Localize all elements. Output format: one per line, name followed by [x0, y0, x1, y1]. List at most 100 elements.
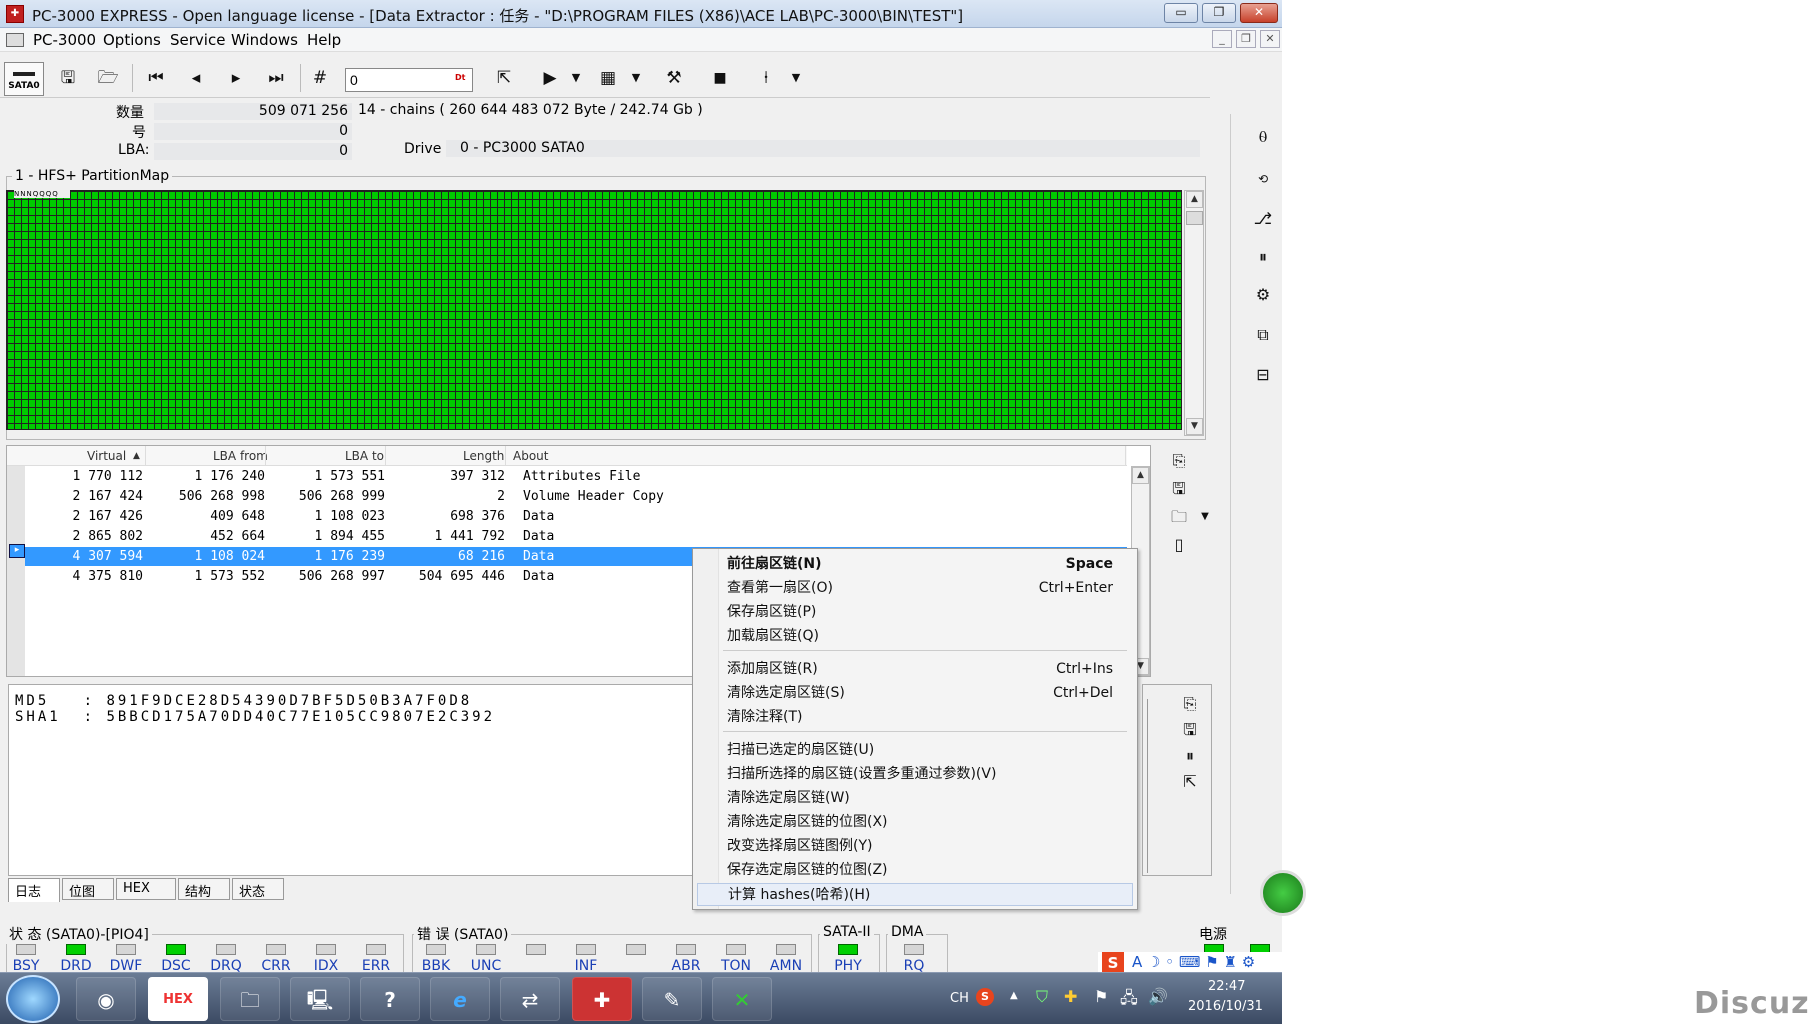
- shield-icon[interactable]: ⛉: [1036, 987, 1048, 1007]
- clock-date[interactable]: 2016/10/31: [1188, 999, 1263, 1014]
- context-menu-item[interactable]: 扫描已选定的扇区链(U): [697, 739, 1133, 762]
- flag-icon[interactable]: ⚑: [1094, 987, 1108, 1006]
- last-sector-icon[interactable]: ⏭: [262, 64, 290, 92]
- menu-options[interactable]: Options: [103, 31, 161, 49]
- sogou-ime-icon[interactable]: S: [1102, 952, 1124, 974]
- menu-windows[interactable]: Windows: [231, 31, 298, 49]
- tab-log[interactable]: 日志: [8, 878, 60, 902]
- context-menu-item[interactable]: 查看第一扇区(O) Ctrl+Enter: [697, 577, 1133, 600]
- hex-editor-icon[interactable]: HEX: [148, 977, 208, 1021]
- map-scrollbar[interactable]: ▲ ▼: [1184, 190, 1204, 436]
- context-menu-item[interactable]: 清除选定扇区链(W): [697, 787, 1133, 810]
- tray-expand-icon[interactable]: ▲: [1010, 990, 1018, 1001]
- context-menu-item[interactable]: 保存扇区链(P): [697, 601, 1133, 624]
- column-about[interactable]: About: [513, 449, 548, 463]
- table-row[interactable]: 2 865 802 452 664 1 894 455 1 441 792 Data: [25, 527, 1127, 546]
- head-map-icon[interactable]: ⚙: [1248, 280, 1278, 310]
- scroll-up-icon[interactable]: ▲: [1132, 467, 1149, 484]
- mdi-close-button[interactable]: ✕: [1260, 30, 1280, 48]
- document-icon[interactable]: [6, 33, 24, 47]
- minimize-button[interactable]: ▭: [1164, 3, 1198, 23]
- prev-sector-icon[interactable]: ◂: [182, 64, 210, 92]
- restore-button[interactable]: ❐: [1202, 3, 1236, 23]
- chevron-down-icon[interactable]: ▼: [622, 64, 650, 92]
- export-icon[interactable]: ⇱: [490, 64, 518, 92]
- context-menu-item[interactable]: 保存选定扇区链的位图(Z): [697, 859, 1133, 882]
- tab-status[interactable]: 状态: [232, 878, 284, 900]
- context-menu-item[interactable]: 清除选定扇区链(S) Ctrl+Del: [697, 682, 1133, 705]
- log-output[interactable]: MD5 : 891F9DCE28D54390D7BF5D50B3A7F0D8 S…: [8, 684, 720, 876]
- power-toggle-icon[interactable]: ⍬: [1248, 122, 1278, 152]
- help-icon[interactable]: ?: [360, 977, 420, 1021]
- mdi-minimize-button[interactable]: _: [1212, 30, 1232, 48]
- chevron-down-icon[interactable]: ▼: [782, 64, 810, 92]
- teamviewer-icon[interactable]: ⇄: [500, 977, 560, 1021]
- context-menu-item[interactable]: 改变选择扇区链图例(Y): [697, 835, 1133, 858]
- security-icon[interactable]: ✚: [1064, 987, 1077, 1006]
- stop-icon[interactable]: ■: [706, 64, 734, 92]
- table-row[interactable]: 1 770 112 1 176 240 1 573 551 397 312 Attrib…: [25, 467, 1127, 486]
- context-menu-item[interactable]: 加载扇区链(Q): [697, 625, 1133, 648]
- column-lba-to[interactable]: LBA to: [345, 449, 384, 463]
- save-icon[interactable]: 🖫: [54, 64, 82, 92]
- language-indicator[interactable]: CH: [950, 991, 969, 1006]
- status-icon[interactable]: ⍿: [752, 64, 780, 92]
- pause-icon[interactable]: ⏸: [1248, 242, 1278, 272]
- column-lba-from[interactable]: LBA from: [213, 449, 268, 463]
- chevron-down-icon[interactable]: ▼: [1190, 502, 1220, 532]
- floating-widget-icon[interactable]: [1260, 870, 1306, 916]
- reset-icon[interactable]: ⟲: [1248, 164, 1278, 194]
- goto-lba-icon[interactable]: #: [306, 64, 334, 92]
- mdi-restore-button[interactable]: ❐: [1236, 30, 1256, 48]
- volume-icon[interactable]: 🔊: [1148, 987, 1168, 1006]
- computer-icon[interactable]: 🖳: [290, 977, 350, 1021]
- context-menu-item[interactable]: 清除选定扇区链的位图(X): [697, 811, 1133, 834]
- context-menu-item[interactable]: 扫描所选择的扇区链(设置多重通过参数)(V): [697, 763, 1133, 786]
- chevron-down-icon[interactable]: ▼: [562, 64, 590, 92]
- column-length[interactable]: Length: [463, 449, 504, 463]
- scroll-up-icon[interactable]: ▲: [1186, 191, 1203, 208]
- scroll-down-icon[interactable]: ▼: [1186, 418, 1203, 435]
- table-row[interactable]: 2 167 424 506 268 998 506 268 999 2 Volume H…: [25, 487, 1127, 506]
- sogou-tray-icon[interactable]: S: [976, 988, 994, 1006]
- start-button[interactable]: [6, 975, 60, 1023]
- context-menu-item[interactable]: 添加扇区链(R) Ctrl+Ins: [697, 658, 1133, 681]
- menu-service[interactable]: Service: [170, 31, 225, 49]
- tools-icon[interactable]: ⚒: [660, 64, 688, 92]
- app-icon-1[interactable]: ◉: [76, 977, 136, 1021]
- copy-close-icon[interactable]: ⧉: [1248, 320, 1278, 350]
- close-button[interactable]: ✕: [1240, 3, 1278, 23]
- menu-help[interactable]: Help: [307, 31, 341, 49]
- table-tool-icon[interactable]: ⎘: [1164, 446, 1194, 476]
- grid-icon[interactable]: ▦: [594, 64, 622, 92]
- connect-icon[interactable]: ⎇: [1248, 204, 1278, 234]
- context-menu-item[interactable]: 计算 hashes(哈希)(H): [697, 883, 1133, 906]
- scan-export-icon[interactable]: ⇱: [1175, 767, 1205, 797]
- scroll-thumb[interactable]: [1186, 211, 1203, 225]
- save-chains-icon[interactable]: 🖫: [1164, 474, 1194, 504]
- clock-time[interactable]: 22:47: [1208, 979, 1245, 994]
- first-sector-icon[interactable]: ⏮: [142, 64, 170, 92]
- ie-icon[interactable]: e: [430, 977, 490, 1021]
- ime-mode-icon[interactable]: A ☽ ◦ ⌨ ⚑ ♜ ⚙: [1132, 953, 1255, 971]
- lba-input[interactable]: [345, 68, 473, 92]
- sata-port-icon[interactable]: ⊟: [1248, 360, 1278, 390]
- load-icon[interactable]: 🗁: [94, 64, 122, 92]
- network-icon[interactable]: 🖧: [1120, 987, 1138, 1014]
- next-sector-icon[interactable]: ▸: [222, 64, 250, 92]
- table-row[interactable]: 2 167 426 409 648 1 108 023 698 376 Data: [25, 507, 1127, 526]
- sata0-device-button[interactable]: SATA0: [4, 62, 44, 96]
- paint-icon[interactable]: ✎: [642, 977, 702, 1021]
- new-chain-icon[interactable]: ▯: [1164, 530, 1194, 560]
- tab-hex[interactable]: HEX: [116, 878, 176, 900]
- pc3000-taskbar-icon[interactable]: ✚: [572, 977, 632, 1021]
- menu-pc3000[interactable]: PC-3000: [33, 31, 96, 49]
- context-menu-item[interactable]: 前往扇区链(N) Space: [697, 553, 1133, 576]
- context-menu-item[interactable]: 清除注释(T): [697, 706, 1133, 729]
- folder-icon[interactable]: 🗀: [220, 977, 280, 1021]
- tab-structure[interactable]: 结构: [178, 878, 230, 900]
- column-virtual[interactable]: Virtual: [87, 449, 126, 463]
- sector-map-grid[interactable]: [6, 190, 1182, 430]
- xshell-icon[interactable]: ✕: [712, 977, 772, 1021]
- tab-bitmap[interactable]: 位图: [62, 878, 114, 900]
